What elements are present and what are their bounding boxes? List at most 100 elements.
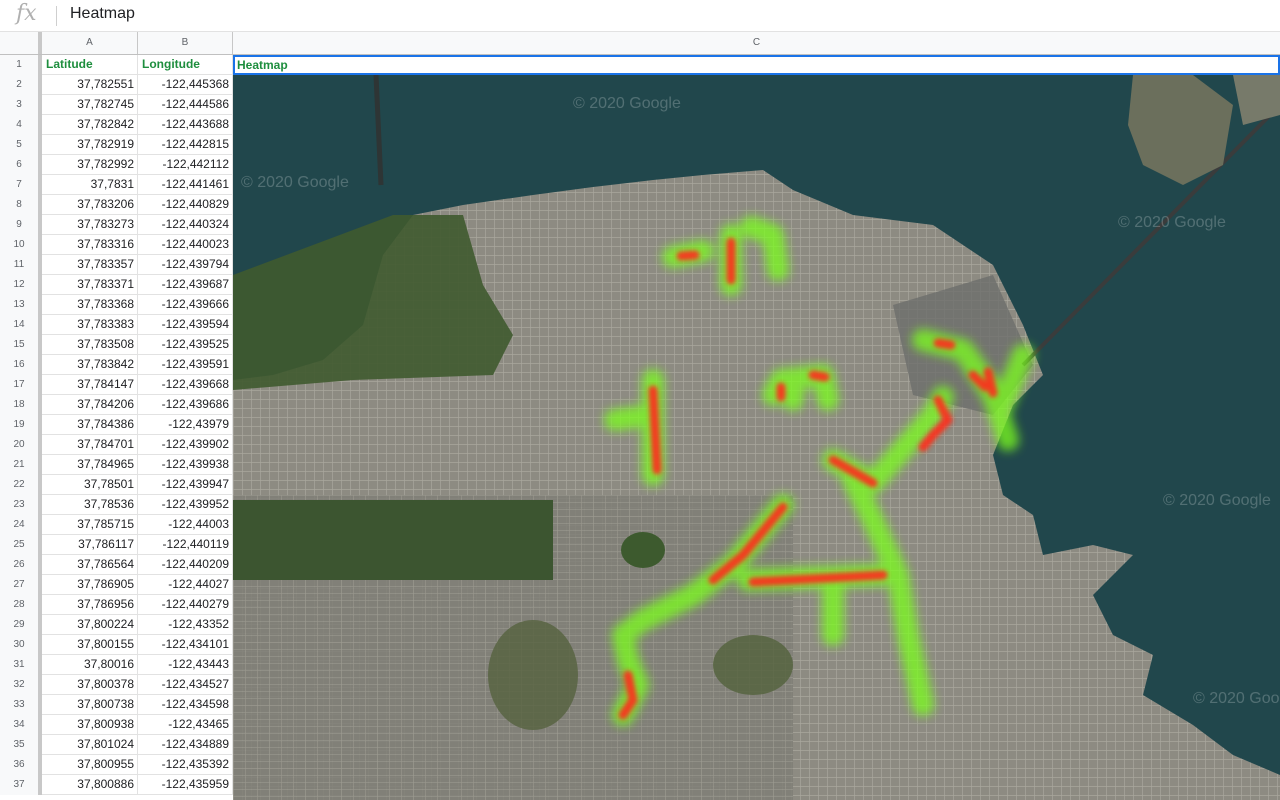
longitude-cell[interactable]: -122,440209 [138, 555, 233, 575]
longitude-cell[interactable]: -122,443688 [138, 115, 233, 135]
longitude-cell[interactable]: -122,444586 [138, 95, 233, 115]
longitude-cell[interactable]: -122,442112 [138, 155, 233, 175]
latitude-cell[interactable]: 37,784701 [42, 435, 138, 455]
row-number[interactable]: 11 [0, 255, 42, 275]
row-number[interactable]: 3 [0, 95, 42, 115]
row-number[interactable]: 17 [0, 375, 42, 395]
row-number[interactable]: 28 [0, 595, 42, 615]
row-number[interactable]: 37 [0, 775, 42, 795]
latitude-cell[interactable]: 37,801024 [42, 735, 138, 755]
longitude-cell[interactable]: -122,435392 [138, 755, 233, 775]
longitude-cell[interactable]: -122,43443 [138, 655, 233, 675]
row-number[interactable]: 9 [0, 215, 42, 235]
row-number[interactable]: 30 [0, 635, 42, 655]
row-number[interactable]: 4 [0, 115, 42, 135]
latitude-cell[interactable]: 37,786956 [42, 595, 138, 615]
longitude-cell[interactable]: -122,439668 [138, 375, 233, 395]
latitude-cell[interactable]: 37,783371 [42, 275, 138, 295]
latitude-cell[interactable]: 37,78536 [42, 495, 138, 515]
longitude-cell[interactable]: -122,439947 [138, 475, 233, 495]
longitude-cell[interactable]: -122,43979 [138, 415, 233, 435]
latitude-cell[interactable]: 37,7831 [42, 175, 138, 195]
select-all-corner[interactable] [0, 32, 42, 54]
longitude-cell[interactable]: -122,435959 [138, 775, 233, 795]
latitude-cell[interactable]: 37,783206 [42, 195, 138, 215]
latitude-cell[interactable]: 37,800955 [42, 755, 138, 775]
longitude-cell[interactable]: -122,439666 [138, 295, 233, 315]
longitude-cell[interactable]: -122,43465 [138, 715, 233, 735]
row-number[interactable]: 8 [0, 195, 42, 215]
longitude-cell[interactable]: -122,440829 [138, 195, 233, 215]
longitude-cell[interactable]: -122,445368 [138, 75, 233, 95]
row-number[interactable]: 1 [0, 55, 42, 75]
longitude-cell[interactable]: -122,434101 [138, 635, 233, 655]
longitude-cell[interactable]: -122,439902 [138, 435, 233, 455]
longitude-cell[interactable]: -122,442815 [138, 135, 233, 155]
longitude-cell[interactable]: -122,440279 [138, 595, 233, 615]
longitude-cell[interactable]: -122,434889 [138, 735, 233, 755]
latitude-cell[interactable]: 37,800378 [42, 675, 138, 695]
latitude-cell[interactable]: 37,783368 [42, 295, 138, 315]
row-number[interactable]: 6 [0, 155, 42, 175]
latitude-cell[interactable]: 37,78501 [42, 475, 138, 495]
row-number[interactable]: 26 [0, 555, 42, 575]
latitude-cell[interactable]: 37,800938 [42, 715, 138, 735]
latitude-cell[interactable]: 37,782551 [42, 75, 138, 95]
longitude-cell[interactable]: -122,43352 [138, 615, 233, 635]
longitude-cell[interactable]: -122,44003 [138, 515, 233, 535]
row-number[interactable]: 10 [0, 235, 42, 255]
longitude-cell[interactable]: -122,441461 [138, 175, 233, 195]
latitude-cell[interactable]: 37,783316 [42, 235, 138, 255]
latitude-cell[interactable]: 37,785715 [42, 515, 138, 535]
row-number[interactable]: 24 [0, 515, 42, 535]
row-number[interactable]: 21 [0, 455, 42, 475]
longitude-cell[interactable]: -122,439794 [138, 255, 233, 275]
longitude-cell[interactable]: -122,440023 [138, 235, 233, 255]
latitude-cell[interactable]: 37,783842 [42, 355, 138, 375]
latitude-cell[interactable]: 37,786117 [42, 535, 138, 555]
longitude-cell[interactable]: -122,439594 [138, 315, 233, 335]
longitude-cell[interactable]: -122,440119 [138, 535, 233, 555]
latitude-cell[interactable]: 37,800224 [42, 615, 138, 635]
longitude-cell[interactable]: -122,439687 [138, 275, 233, 295]
latitude-cell[interactable]: 37,786564 [42, 555, 138, 575]
longitude-cell[interactable]: -122,439591 [138, 355, 233, 375]
cell-a1[interactable]: Latitude [42, 55, 138, 75]
longitude-cell[interactable]: -122,440324 [138, 215, 233, 235]
column-header-b[interactable]: B [138, 32, 233, 54]
row-number[interactable]: 34 [0, 715, 42, 735]
latitude-cell[interactable]: 37,784965 [42, 455, 138, 475]
latitude-cell[interactable]: 37,800155 [42, 635, 138, 655]
latitude-cell[interactable]: 37,800738 [42, 695, 138, 715]
cell-b1[interactable]: Longitude [138, 55, 233, 75]
row-number[interactable]: 13 [0, 295, 42, 315]
longitude-cell[interactable]: -122,439952 [138, 495, 233, 515]
row-number[interactable]: 14 [0, 315, 42, 335]
column-header-c[interactable]: C [233, 32, 1280, 54]
row-number[interactable]: 36 [0, 755, 42, 775]
column-header-a[interactable]: A [42, 32, 138, 54]
longitude-cell[interactable]: -122,434598 [138, 695, 233, 715]
longitude-cell[interactable]: -122,44027 [138, 575, 233, 595]
latitude-cell[interactable]: 37,782842 [42, 115, 138, 135]
latitude-cell[interactable]: 37,783508 [42, 335, 138, 355]
row-number[interactable]: 15 [0, 335, 42, 355]
row-number[interactable]: 35 [0, 735, 42, 755]
latitude-cell[interactable]: 37,800886 [42, 775, 138, 795]
latitude-cell[interactable]: 37,784147 [42, 375, 138, 395]
row-number[interactable]: 33 [0, 695, 42, 715]
latitude-cell[interactable]: 37,783273 [42, 215, 138, 235]
row-number[interactable]: 5 [0, 135, 42, 155]
latitude-cell[interactable]: 37,782992 [42, 155, 138, 175]
longitude-cell[interactable]: -122,434527 [138, 675, 233, 695]
row-number[interactable]: 22 [0, 475, 42, 495]
row-number[interactable]: 27 [0, 575, 42, 595]
row-number[interactable]: 32 [0, 675, 42, 695]
latitude-cell[interactable]: 37,784386 [42, 415, 138, 435]
row-number[interactable]: 19 [0, 415, 42, 435]
row-number[interactable]: 29 [0, 615, 42, 635]
cell-c1[interactable]: Heatmap [233, 55, 1280, 75]
row-number[interactable]: 23 [0, 495, 42, 515]
latitude-cell[interactable]: 37,786905 [42, 575, 138, 595]
latitude-cell[interactable]: 37,784206 [42, 395, 138, 415]
